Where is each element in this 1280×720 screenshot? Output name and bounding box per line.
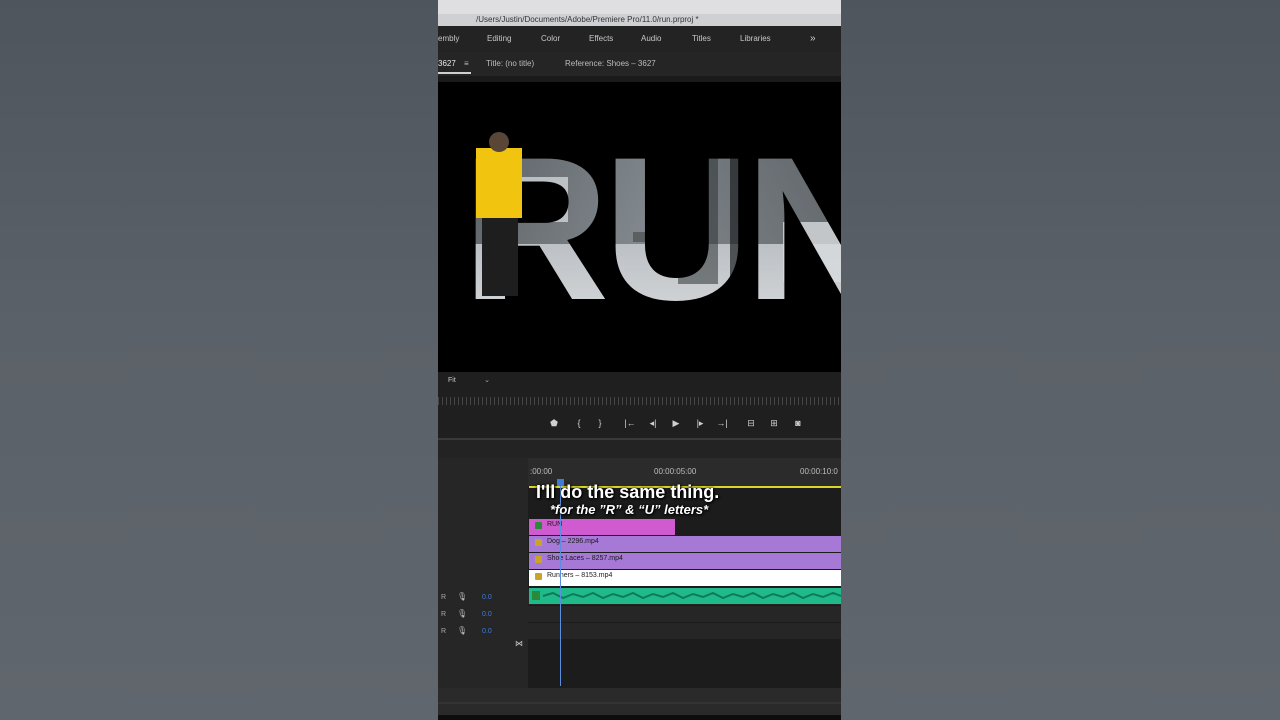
workspace-libraries[interactable]: Libraries: [740, 26, 771, 52]
go-to-in-icon[interactable]: |←: [623, 416, 637, 430]
clip-shoe-laces-name: Shoe Laces – 8257.mp4: [547, 555, 623, 562]
chevron-down-icon: ⌄: [484, 377, 490, 384]
premiere-pro-window: /Users/Justin/Documents/Adobe/Premiere P…: [438, 0, 841, 720]
workspace-assembly[interactable]: embly: [438, 26, 459, 52]
audio-waveform: [532, 591, 841, 600]
microphone-icon[interactable]: 🎙: [457, 592, 467, 601]
microphone-icon[interactable]: 🎙: [457, 609, 467, 618]
clip-shoe-laces[interactable]: Shoe Laces – 8257.mp4: [529, 553, 841, 569]
marker-icon[interactable]: ⬟: [547, 416, 561, 430]
track-headers: [438, 458, 528, 688]
record-label[interactable]: R: [441, 594, 446, 601]
step-back-icon[interactable]: ◂|: [646, 416, 660, 430]
caption-line-2: *for the ”R” & “U” letters*: [550, 502, 709, 517]
runner-head: [489, 132, 509, 152]
workspace-effects[interactable]: Effects: [589, 26, 613, 52]
tab-title[interactable]: Title: (no title): [486, 52, 534, 76]
audio-clip[interactable]: [529, 588, 841, 604]
fx-badge-icon: [535, 556, 542, 563]
lift-icon[interactable]: ⊟: [744, 416, 758, 430]
workspace-titles[interactable]: Titles: [692, 26, 711, 52]
workspace-audio[interactable]: Audio: [641, 26, 661, 52]
audio-header-a2: R 🎙 0.0: [438, 608, 528, 624]
zoom-fit-label: Fit: [448, 377, 456, 384]
runner-legs: [482, 218, 518, 296]
mark-in-icon[interactable]: {: [572, 416, 586, 430]
zoom-fit-dropdown[interactable]: Fit ⌄: [448, 375, 490, 387]
runner-jacket: [476, 148, 522, 218]
timeline-end-icon[interactable]: ⋈: [515, 639, 523, 648]
audio-track-a2[interactable]: [528, 605, 841, 622]
timecode-10s: 00:00:10:0: [800, 467, 838, 476]
workspace-editing[interactable]: Editing: [487, 26, 511, 52]
clip-run[interactable]: RUN: [529, 519, 675, 535]
timeline-panel: :00:00 00:00:05:00 00:00:10:0 RUN Dog – …: [438, 438, 841, 720]
audio-track-a3[interactable]: [528, 622, 841, 639]
active-tab-underline: [438, 72, 471, 74]
viewer-panel-header: 3627 ≡ Title: (no title) Reference: Shoe…: [438, 52, 841, 76]
timecode-start: :00:00: [530, 467, 553, 476]
timecode-5s: 00:00:05:00: [654, 467, 697, 476]
play-icon[interactable]: ▶: [669, 416, 683, 430]
clip-dog-name: Dog – 2296.mp4: [547, 538, 599, 545]
project-path: /Users/Justin/Documents/Adobe/Premiere P…: [476, 15, 699, 24]
step-forward-icon[interactable]: |▸: [693, 416, 707, 430]
clip-runners[interactable]: Runners – 8153.mp4: [529, 570, 841, 586]
clip-dog[interactable]: Dog – 2296.mp4: [529, 536, 841, 552]
workspace-color[interactable]: Color: [541, 26, 560, 52]
timeline-scrollbar-area[interactable]: [438, 688, 841, 720]
more-workspaces-icon[interactable]: »: [810, 26, 816, 52]
title-bar: /Users/Justin/Documents/Adobe/Premiere P…: [438, 0, 841, 26]
scrollbar-track: [438, 702, 841, 704]
timeline-top-border: [438, 438, 841, 440]
fx-badge-icon: [535, 573, 542, 580]
extract-icon[interactable]: ⊞: [767, 416, 781, 430]
preview-frame: RUN: [462, 115, 841, 343]
monitor-time-ruler[interactable]: [438, 397, 841, 405]
clip-runners-name: Runners – 8153.mp4: [547, 572, 613, 579]
track-volume[interactable]: 0.0: [482, 611, 492, 618]
mark-out-icon[interactable]: }: [593, 416, 607, 430]
audio-header-a1: R 🎙 0.0: [438, 591, 528, 607]
monitor-controls: Fit ⌄ ⬟ { } |← ◂| ▶ |▸ →| ⊟ ⊞ ◙: [438, 372, 841, 438]
fx-badge-icon: [535, 539, 542, 546]
record-label[interactable]: R: [441, 628, 446, 635]
microphone-icon[interactable]: 🎙: [457, 626, 467, 635]
program-monitor[interactable]: RUN: [438, 82, 841, 372]
track-volume[interactable]: 0.0: [482, 628, 492, 635]
bottom-edge: [438, 715, 841, 720]
record-label[interactable]: R: [441, 611, 446, 618]
workspace-bar: embly Editing Color Effects Audio Titles…: [438, 26, 841, 53]
track-volume[interactable]: 0.0: [482, 594, 492, 601]
caption-line-1: I'll do the same thing.: [536, 482, 720, 502]
go-to-out-icon[interactable]: →|: [715, 416, 729, 430]
export-frame-icon[interactable]: ◙: [791, 416, 805, 430]
tab-reference[interactable]: Reference: Shoes – 3627: [565, 52, 656, 76]
graphic-clip-icon: [535, 522, 542, 529]
